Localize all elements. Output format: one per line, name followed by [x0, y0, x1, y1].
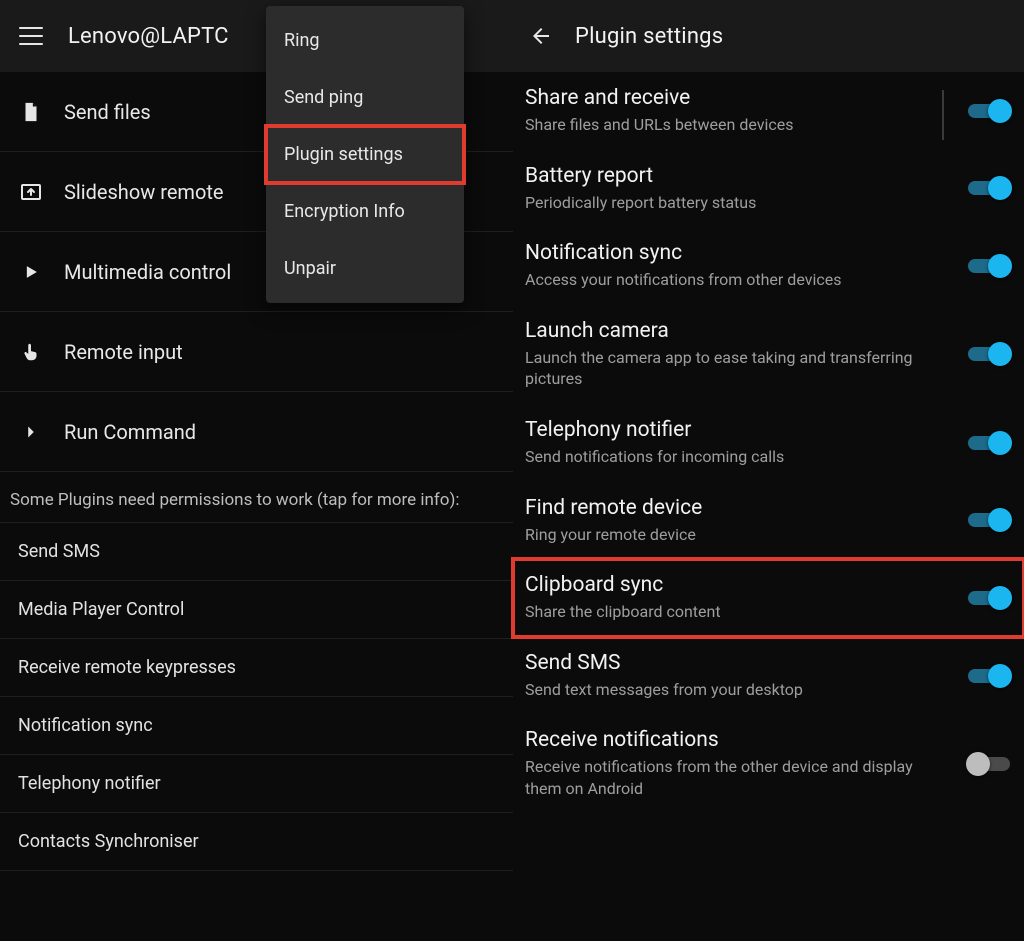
setting-toggle[interactable]	[966, 507, 1012, 533]
setting-subtitle: Share files and URLs between devices	[525, 114, 948, 136]
setting-toggle[interactable]	[966, 430, 1012, 456]
back-icon[interactable]	[529, 24, 553, 48]
perm-notif-sync[interactable]: Notification sync	[0, 697, 513, 755]
setting-row-2[interactable]: Notification sync Access your notificatio…	[513, 227, 1024, 305]
perm-media-player[interactable]: Media Player Control	[0, 581, 513, 639]
perm-send-sms[interactable]: Send SMS	[0, 523, 513, 581]
setting-title: Send SMS	[525, 651, 948, 675]
menu-encryption-info[interactable]: Encryption Info	[266, 183, 464, 240]
setting-title: Receive notifications	[525, 728, 948, 752]
setting-toggle[interactable]	[966, 253, 1012, 279]
setting-toggle[interactable]	[966, 341, 1012, 367]
left-appbar-title: Lenovo@LAPTC	[68, 24, 229, 49]
setting-row-1[interactable]: Battery report Periodically report batter…	[513, 150, 1024, 228]
action-remote-input[interactable]: Remote input	[0, 312, 513, 392]
setting-subtitle: Access your notifications from other dev…	[525, 269, 948, 291]
setting-title: Find remote device	[525, 496, 948, 520]
setting-title: Share and receive	[525, 86, 948, 110]
right-pane: Plugin settings Share and receive Share f…	[513, 0, 1024, 941]
setting-row-6[interactable]: Clipboard sync Share the clipboard conten…	[513, 559, 1024, 637]
play-icon	[18, 262, 44, 282]
setting-row-8[interactable]: Receive notifications Receive notificatio…	[513, 714, 1024, 813]
menu-send-ping[interactable]: Send ping	[266, 69, 464, 126]
setting-row-7[interactable]: Send SMS Send text messages from your des…	[513, 637, 1024, 715]
perm-contacts-sync[interactable]: Contacts Synchroniser	[0, 813, 513, 871]
action-run-command[interactable]: Run Command	[0, 392, 513, 472]
chevron-right-icon	[18, 421, 44, 443]
setting-toggle[interactable]	[966, 175, 1012, 201]
setting-toggle[interactable]	[966, 751, 1012, 777]
hamburger-icon[interactable]	[16, 21, 46, 51]
setting-toggle[interactable]	[966, 98, 1012, 124]
setting-subtitle: Send text messages from your desktop	[525, 679, 948, 701]
setting-subtitle: Share the clipboard content	[525, 601, 948, 623]
action-label: Send files	[64, 100, 151, 124]
action-label: Slideshow remote	[64, 180, 224, 204]
setting-title: Battery report	[525, 164, 948, 188]
setting-subtitle: Launch the camera app to ease taking and…	[525, 347, 948, 390]
touch-icon	[18, 341, 44, 363]
setting-row-3[interactable]: Launch camera Launch the camera app to ea…	[513, 305, 1024, 404]
right-appbar-title: Plugin settings	[575, 24, 723, 49]
permissions-header[interactable]: Some Plugins need permissions to work (t…	[0, 472, 513, 523]
setting-subtitle: Periodically report battery status	[525, 192, 948, 214]
setting-toggle[interactable]	[966, 663, 1012, 689]
action-label: Remote input	[64, 340, 183, 364]
setting-title: Launch camera	[525, 319, 948, 343]
setting-subtitle: Ring your remote device	[525, 524, 948, 546]
overflow-menu: Ring Send ping Plugin settings Encryptio…	[266, 6, 464, 303]
menu-unpair[interactable]: Unpair	[266, 240, 464, 297]
left-pane: Lenovo@LAPTC Send files Slideshow remote…	[0, 0, 513, 941]
setting-title: Telephony notifier	[525, 418, 948, 442]
vertical-divider	[942, 90, 944, 140]
setting-title: Notification sync	[525, 241, 948, 265]
present-icon	[18, 180, 44, 204]
setting-row-5[interactable]: Find remote device Ring your remote devic…	[513, 482, 1024, 560]
menu-ring[interactable]: Ring	[266, 12, 464, 69]
file-icon	[18, 101, 44, 123]
setting-title: Clipboard sync	[525, 573, 948, 597]
setting-row-0[interactable]: Share and receive Share files and URLs be…	[513, 72, 1024, 150]
setting-row-4[interactable]: Telephony notifier Send notifications for…	[513, 404, 1024, 482]
action-label: Run Command	[64, 420, 196, 444]
setting-toggle[interactable]	[966, 585, 1012, 611]
setting-subtitle: Receive notifications from the other dev…	[525, 756, 948, 799]
settings-list: Share and receive Share files and URLs be…	[513, 72, 1024, 814]
setting-subtitle: Send notifications for incoming calls	[525, 446, 948, 468]
action-label: Multimedia control	[64, 260, 231, 284]
perm-telephony[interactable]: Telephony notifier	[0, 755, 513, 813]
menu-plugin-settings[interactable]: Plugin settings	[266, 126, 464, 183]
perm-remote-keypress[interactable]: Receive remote keypresses	[0, 639, 513, 697]
right-appbar: Plugin settings	[513, 0, 1024, 72]
